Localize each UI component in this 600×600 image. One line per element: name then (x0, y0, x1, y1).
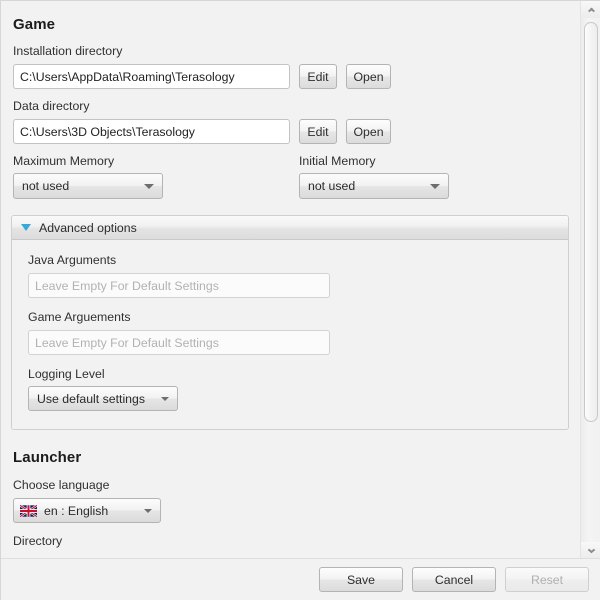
scrollbar-thumb[interactable] (584, 22, 598, 422)
save-button[interactable]: Save (319, 567, 403, 592)
game-arguments-label: Game Arguements (28, 310, 131, 324)
memory-combos-row: not used not used (13, 173, 569, 199)
game-arguments-input[interactable] (28, 330, 330, 355)
settings-scroll-viewport: Game Installation directory Edit Open Da… (1, 1, 581, 559)
installation-directory-edit-button[interactable]: Edit (299, 64, 337, 89)
vertical-scrollbar[interactable] (580, 1, 600, 559)
java-arguments-label: Java Arguments (28, 253, 117, 267)
advanced-options-pane: Advanced options Java Arguments Game Arg… (11, 215, 569, 430)
data-directory-label: Data directory (13, 99, 90, 113)
installation-directory-open-button[interactable]: Open (346, 64, 391, 89)
data-directory-row: Edit Open (13, 119, 569, 144)
reset-button: Reset (505, 567, 589, 592)
java-arguments-input[interactable] (28, 273, 330, 298)
choose-language-label: Choose language (13, 478, 110, 492)
launcher-section-heading: Launcher (13, 449, 82, 466)
initial-memory-combobox[interactable]: not used (299, 173, 449, 199)
triangle-down-icon (21, 224, 31, 231)
data-directory-input[interactable] (13, 119, 290, 144)
game-section-heading: Game (13, 16, 56, 33)
data-directory-edit-button[interactable]: Edit (299, 119, 337, 144)
game-section: Game Installation directory Edit Open Da… (1, 16, 581, 199)
installation-directory-row: Edit Open (13, 64, 569, 89)
maximum-memory-label: Maximum Memory (13, 154, 115, 168)
next-setting-partial-row: Directory (13, 535, 569, 549)
dialog-button-bar: Save Cancel Reset (1, 558, 600, 600)
chevron-down-icon (588, 549, 595, 553)
scrollbar-down-button[interactable] (581, 542, 600, 559)
installation-directory-label: Installation directory (13, 44, 123, 58)
installation-directory-input[interactable] (13, 64, 290, 89)
settings-scroll-content: Game Installation directory Edit Open Da… (1, 1, 581, 549)
chevron-down-icon (144, 183, 154, 189)
data-directory-open-button[interactable]: Open (346, 119, 391, 144)
advanced-options-header[interactable]: Advanced options (12, 216, 568, 240)
scrollbar-up-button[interactable] (581, 1, 600, 18)
cancel-button[interactable]: Cancel (412, 567, 496, 592)
logging-level-label: Logging Level (28, 367, 105, 381)
settings-window: Game Installation directory Edit Open Da… (0, 0, 600, 600)
initial-memory-value: not used (308, 179, 356, 193)
initial-memory-label: Initial Memory (299, 154, 376, 168)
union-jack-flag-icon (20, 504, 37, 517)
language-value: en : English (44, 503, 109, 518)
next-setting-partial-label: Directory (13, 535, 63, 548)
advanced-options-title: Advanced options (39, 220, 137, 235)
advanced-options-body: Java Arguments Game Arguements Logging L… (12, 240, 568, 429)
logging-level-value: Use default settings (37, 391, 146, 406)
chevron-down-icon (430, 183, 440, 189)
chevron-up-icon (588, 8, 595, 12)
language-combobox[interactable]: en : English (13, 498, 161, 523)
chevron-down-icon (161, 396, 169, 401)
maximum-memory-value: not used (22, 179, 70, 193)
chevron-down-icon (144, 508, 152, 513)
launcher-section: Launcher Choose language en : English Di… (1, 449, 581, 549)
logging-level-combobox[interactable]: Use default settings (28, 386, 178, 411)
maximum-memory-combobox[interactable]: not used (13, 173, 163, 199)
memory-labels-row: Maximum Memory Initial Memory (13, 154, 569, 168)
